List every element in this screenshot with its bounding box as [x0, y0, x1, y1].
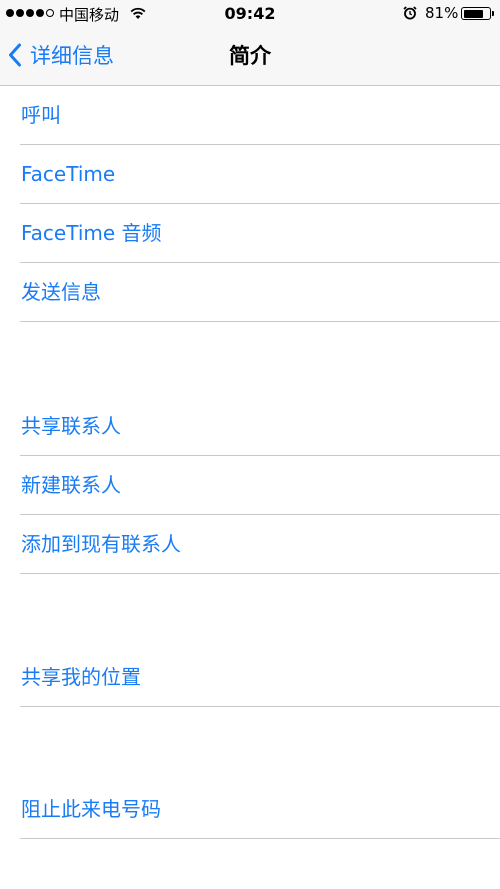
list-item-label: 共享我的位置 — [21, 665, 141, 689]
status-bar: 中国移动 09:42 81% — [0, 0, 500, 28]
list-item[interactable]: FaceTime — [0, 145, 500, 204]
row-separator — [20, 321, 500, 322]
list-item[interactable]: 发送信息 — [0, 263, 500, 322]
list-item[interactable]: 共享联系人 — [0, 397, 500, 456]
list-item-label: FaceTime — [21, 162, 116, 186]
list-item-label: 共享联系人 — [21, 414, 121, 438]
list-item[interactable]: FaceTime 音频 — [0, 204, 500, 263]
row-separator — [20, 838, 500, 839]
contact-info-screen: 中国移动 09:42 81% 详细信息 简介 呼叫 FaceTime FaceT… — [0, 0, 500, 889]
list-item[interactable]: 呼叫 — [0, 86, 500, 145]
page-title: 简介 — [229, 44, 271, 68]
list-item[interactable]: 阻止此来电号码 — [0, 780, 500, 839]
battery-tip — [492, 11, 494, 16]
battery-icon — [461, 7, 491, 20]
battery-percentage: 81% — [425, 4, 459, 22]
row-separator — [20, 706, 500, 707]
list-item[interactable]: 共享我的位置 — [0, 648, 500, 707]
alarm-clock-icon — [403, 6, 417, 20]
list-item[interactable]: 添加到现有联系人 — [0, 515, 500, 574]
row-separator — [20, 573, 500, 574]
list-item-label: FaceTime 音频 — [21, 221, 162, 245]
list-item-label: 添加到现有联系人 — [21, 532, 181, 556]
top-bar: 中国移动 09:42 81% 详细信息 简介 — [0, 0, 500, 86]
list-item-label: 阻止此来电号码 — [21, 797, 161, 821]
list-item-label: 新建联系人 — [21, 473, 121, 497]
list-item[interactable]: 新建联系人 — [0, 456, 500, 515]
list-item-label: 呼叫 — [21, 103, 61, 127]
list-item-label: 发送信息 — [21, 280, 101, 304]
battery-fill — [463, 9, 483, 18]
